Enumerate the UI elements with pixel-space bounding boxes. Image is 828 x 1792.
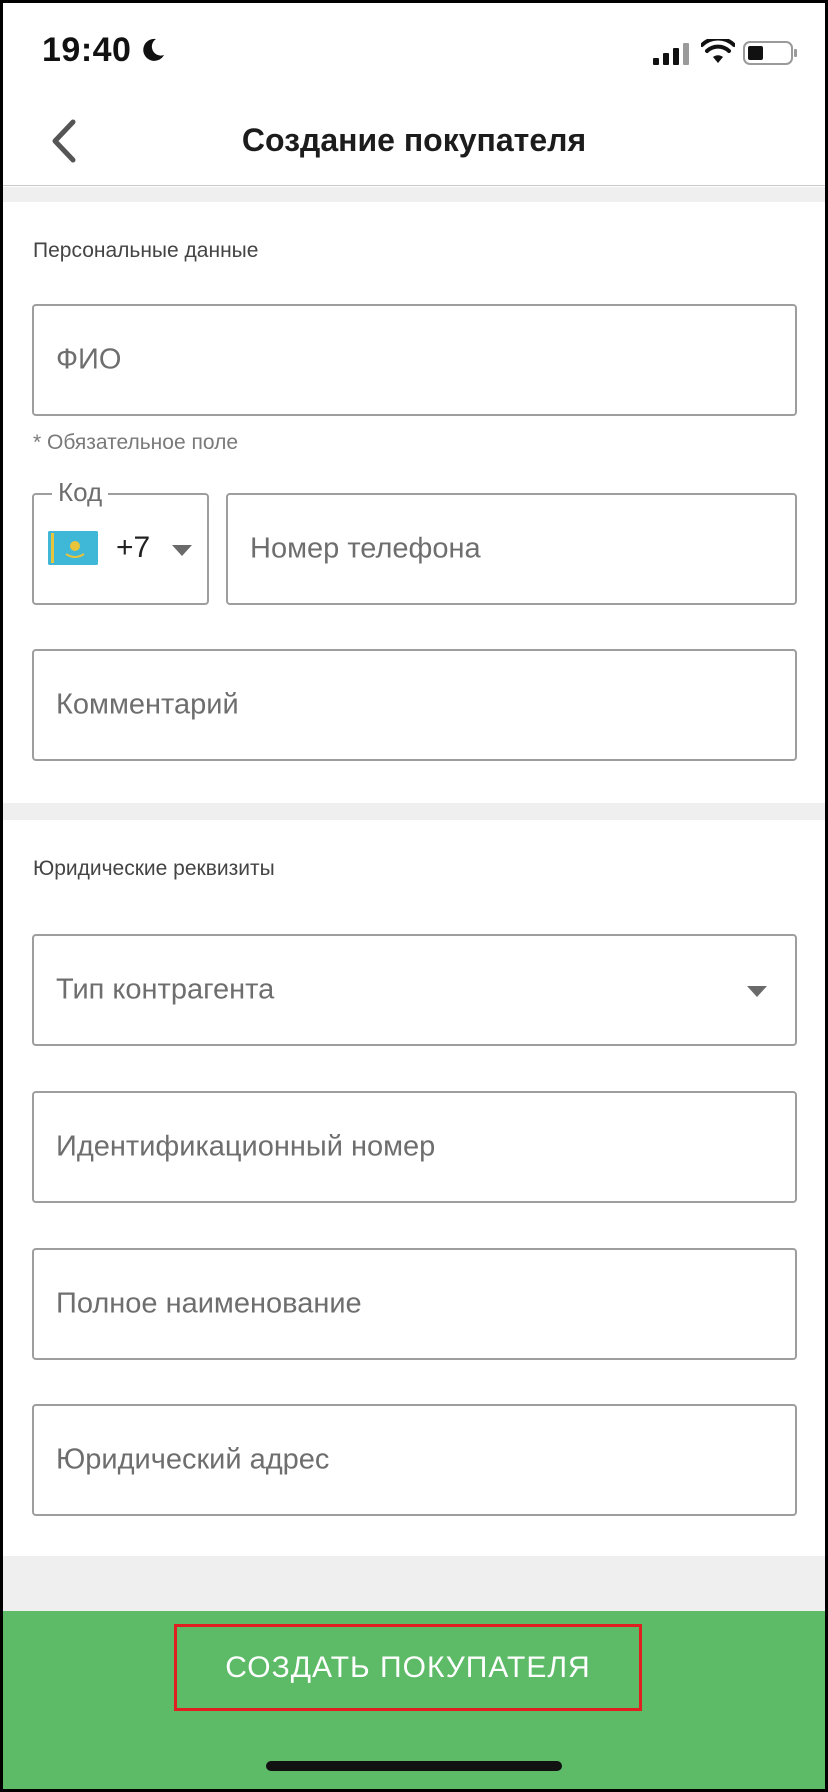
identification-number-placeholder: Идентификационный номер — [56, 1130, 436, 1163]
moon-icon — [143, 38, 164, 61]
section-divider — [3, 1556, 825, 1611]
comment-placeholder: Комментарий — [56, 688, 239, 721]
status-bar: 19:40 — [3, 3, 825, 98]
section-divider — [3, 803, 825, 820]
country-code-value: +7 — [116, 531, 151, 564]
section-title-legal: Юридические реквизиты — [33, 857, 275, 880]
page-title: Создание покупателя — [241, 122, 587, 158]
chevron-down-icon — [172, 545, 192, 556]
kazakhstan-flag-icon — [48, 531, 98, 565]
section-divider — [3, 187, 825, 202]
country-code-select[interactable]: Код +7 — [32, 477, 209, 605]
identification-number-field[interactable]: Идентификационный номер — [32, 1091, 797, 1203]
required-field-note: * Обязательное поле — [33, 431, 238, 454]
section-title-personal: Персональные данные — [33, 239, 259, 262]
phone-number-field[interactable]: Номер телефона — [226, 493, 797, 605]
create-customer-button[interactable]: СОЗДАТЬ ПОКУПАТЕЛЯ — [174, 1624, 642, 1711]
battery-icon — [743, 41, 797, 65]
wifi-icon — [701, 39, 735, 63]
full-company-name-field[interactable]: Полное наименование — [32, 1248, 797, 1360]
legal-address-field[interactable]: Юридический адрес — [32, 1404, 797, 1516]
full-company-name-placeholder: Полное наименование — [56, 1287, 362, 1320]
legal-address-placeholder: Юридический адрес — [56, 1443, 330, 1476]
status-time: 19:40 — [42, 31, 132, 69]
country-code-label: Код — [52, 477, 109, 508]
counterparty-type-select[interactable]: Тип контрагента — [32, 934, 797, 1046]
home-indicator[interactable] — [266, 1761, 562, 1771]
counterparty-type-placeholder: Тип контрагента — [56, 973, 275, 1006]
screen: 19:40 Создание покупателя Персональные д… — [3, 3, 825, 1789]
navigation-bar: Создание покупателя — [3, 98, 825, 186]
phone-number-placeholder: Номер телефона — [250, 532, 481, 565]
create-customer-button-label: СОЗДАТЬ ПОКУПАТЕЛЯ — [225, 1651, 591, 1684]
comment-field[interactable]: Комментарий — [32, 649, 797, 761]
full-name-placeholder: ФИО — [56, 343, 122, 376]
bottom-action-bar: СОЗДАТЬ ПОКУПАТЕЛЯ — [3, 1611, 825, 1789]
full-name-field[interactable]: ФИО — [32, 304, 797, 416]
chevron-down-icon — [747, 986, 767, 997]
cellular-signal-icon — [653, 43, 689, 65]
